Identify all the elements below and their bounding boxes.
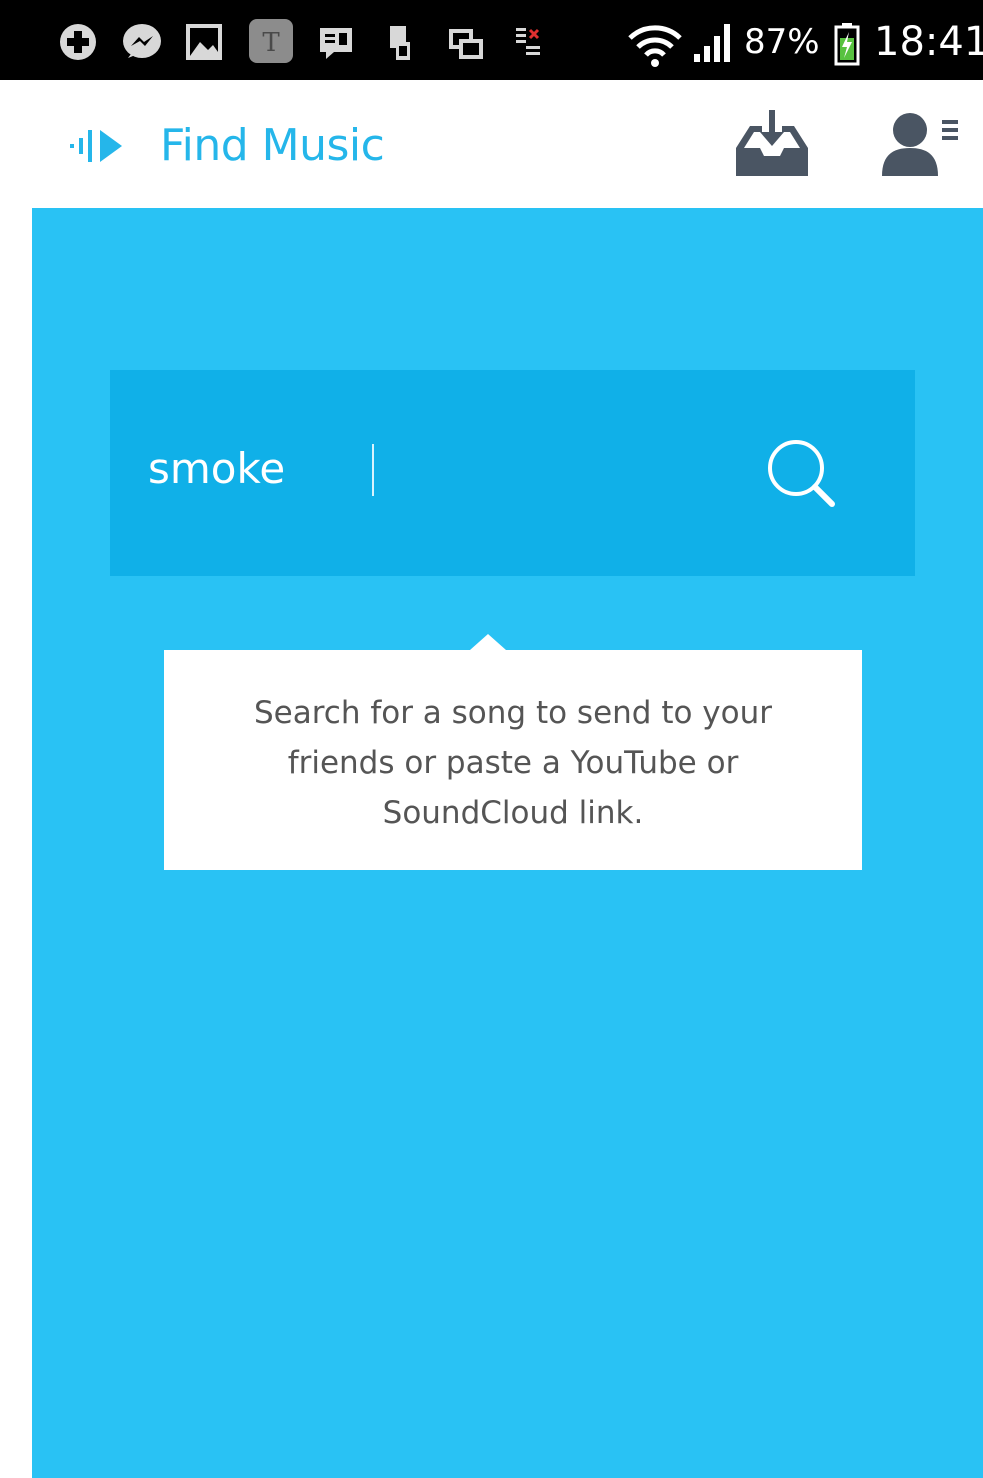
user-menu-icon bbox=[882, 113, 958, 176]
tooltip-text: Search for a song to send to your friend… bbox=[253, 695, 773, 831]
search-input[interactable] bbox=[148, 432, 708, 504]
t-app-icon: T bbox=[249, 19, 293, 63]
data-transfer-icon bbox=[516, 28, 540, 55]
window-icon bbox=[449, 29, 483, 59]
search-icon-graphic bbox=[768, 440, 835, 507]
profile-menu-button[interactable] bbox=[880, 110, 964, 178]
soundwave-play-icon bbox=[70, 130, 122, 162]
status-time: 18:41 bbox=[874, 19, 983, 65]
inbox-download-button[interactable] bbox=[732, 108, 812, 178]
search-hint-tooltip: Search for a song to send to your friend… bbox=[164, 634, 862, 870]
signal-icon bbox=[694, 24, 730, 62]
app-header: Find Music bbox=[32, 80, 983, 208]
page-title: Find Music bbox=[160, 120, 385, 171]
inbox-download-icon bbox=[736, 110, 808, 176]
wifi-icon bbox=[628, 25, 682, 67]
search-box bbox=[110, 370, 915, 576]
messenger-icon bbox=[123, 24, 161, 58]
plus-circle-icon bbox=[60, 24, 96, 60]
phone-sd-icon bbox=[390, 26, 410, 60]
app-screen: Find Music smoke Search for a song to se… bbox=[32, 80, 983, 1478]
status-bar: T 87% 18:41 bbox=[0, 0, 983, 80]
phone-frame: T 87% 18:41 Find Music smoke Search for … bbox=[0, 0, 983, 1478]
search-icon[interactable] bbox=[762, 434, 842, 514]
text-cursor bbox=[372, 444, 374, 496]
chat-icon bbox=[320, 28, 352, 59]
tooltip-arrow bbox=[470, 634, 506, 650]
battery-percent: 87% bbox=[744, 22, 820, 62]
svg-text:T: T bbox=[262, 28, 280, 58]
battery-charging-icon bbox=[834, 23, 860, 66]
gallery-icon bbox=[186, 24, 222, 60]
